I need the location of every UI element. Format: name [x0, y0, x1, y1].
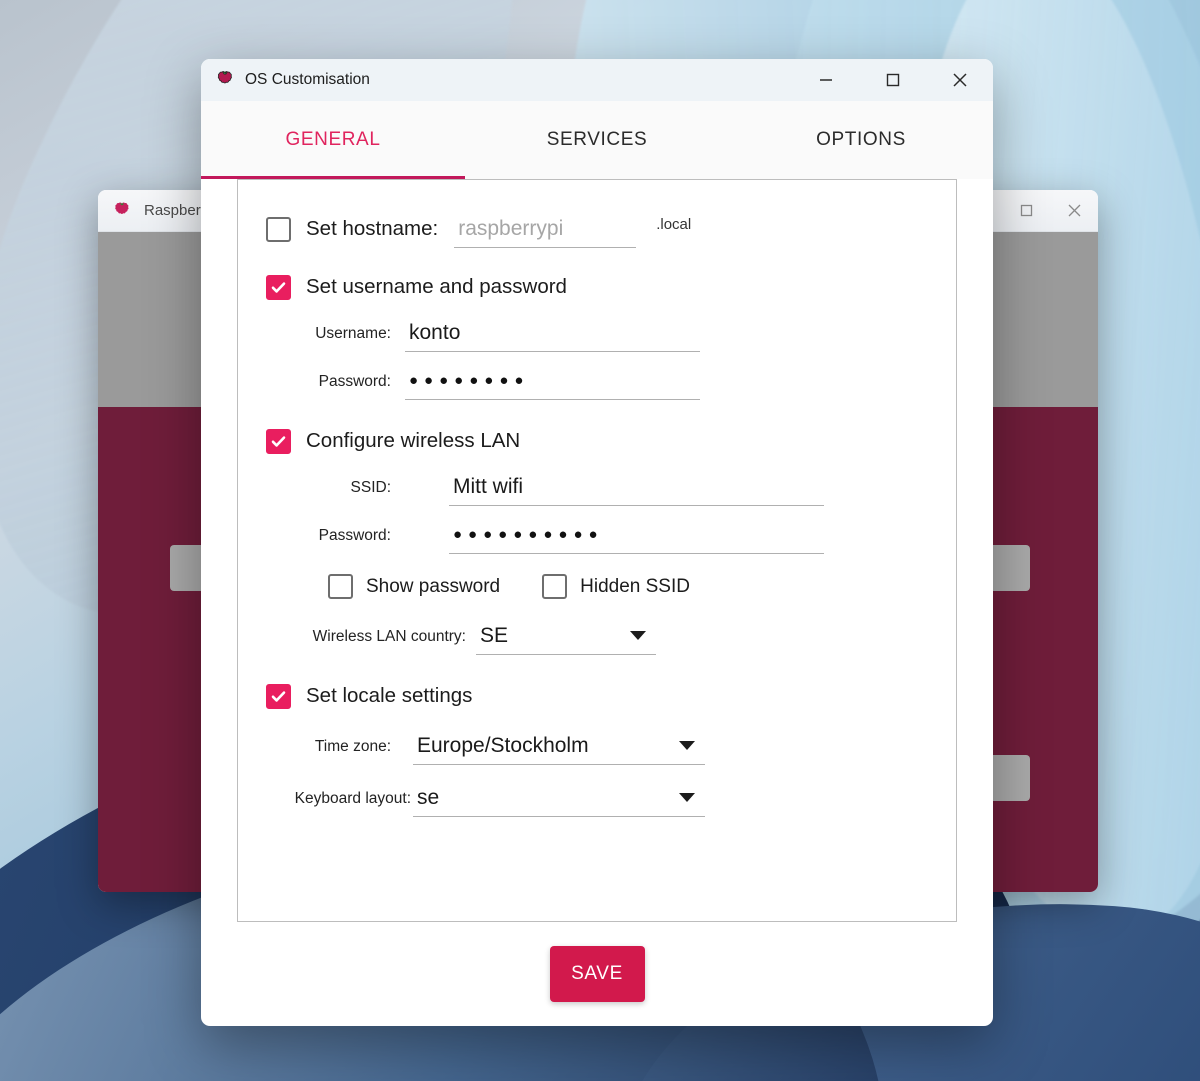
- set-username-password-row[interactable]: Set username and password: [266, 264, 928, 310]
- hostname-input[interactable]: raspberrypi: [454, 210, 637, 248]
- raspberry-pi-icon: [217, 71, 232, 84]
- tab-general-label: GENERAL: [285, 129, 381, 150]
- set-locale-settings-checkbox[interactable]: [266, 683, 291, 709]
- keyboard-layout-dropdown[interactable]: se: [413, 779, 705, 817]
- check-icon: [271, 281, 286, 293]
- wifi-password-input[interactable]: ●●●●●●●●●●: [449, 516, 824, 554]
- timezone-row: Time zone: Europe/Stockholm: [266, 727, 928, 765]
- tab-general[interactable]: GENERAL: [201, 101, 465, 179]
- wifi-password-masked-value: ●●●●●●●●●●: [453, 526, 604, 543]
- general-settings-panel: Set hostname: raspberrypi .local Set use…: [237, 179, 957, 922]
- keyboard-layout-value: se: [417, 785, 440, 809]
- maximize-button[interactable]: [859, 59, 926, 101]
- wifi-options-row: Show password Hidden SSID: [266, 574, 928, 599]
- keyboard-layout-label: Keyboard layout:: [294, 790, 411, 807]
- background-close-button[interactable]: [1050, 190, 1098, 231]
- background-window-title: Raspberr: [144, 202, 206, 219]
- user-password-row: Password: ●●●●●●●●: [266, 362, 928, 400]
- set-username-password-checkbox[interactable]: [266, 274, 291, 300]
- ssid-label: SSID:: [350, 479, 391, 496]
- hidden-ssid-label: Hidden SSID: [580, 575, 690, 597]
- configure-wireless-lan-label: Configure wireless LAN: [306, 429, 521, 452]
- configure-wireless-lan-checkbox[interactable]: [266, 428, 291, 454]
- show-password-label: Show password: [366, 575, 501, 597]
- dialog-window-controls[interactable]: [792, 59, 993, 101]
- user-password-input[interactable]: ●●●●●●●●: [405, 362, 700, 400]
- dialog-title: OS Customisation: [245, 71, 370, 88]
- chevron-down-icon: [679, 793, 695, 802]
- timezone-label: Time zone:: [314, 738, 391, 755]
- check-icon: [271, 690, 286, 702]
- background-maximize-button[interactable]: [1002, 190, 1050, 231]
- set-locale-settings-row[interactable]: Set locale settings: [266, 673, 928, 719]
- set-hostname-label: Set hostname:: [306, 217, 439, 240]
- tab-options-label: OPTIONS: [816, 129, 906, 150]
- ssid-input[interactable]: Mitt wifi: [449, 468, 824, 506]
- wireless-country-row: Wireless LAN country: SE: [266, 617, 928, 655]
- dialog-footer: SAVE: [201, 922, 993, 1026]
- show-password-option[interactable]: Show password: [328, 574, 500, 599]
- hostname-input-placeholder: raspberrypi: [458, 216, 564, 240]
- hidden-ssid-checkbox[interactable]: [542, 574, 568, 599]
- raspberry-pi-icon: [115, 202, 129, 214]
- username-row: Username: konto: [266, 314, 928, 352]
- tab-services[interactable]: SERVICES: [465, 101, 729, 179]
- tab-services-label: SERVICES: [546, 129, 648, 150]
- set-username-password-label: Set username and password: [306, 275, 567, 298]
- user-password-label: Password:: [318, 373, 391, 390]
- maximize-icon: [886, 73, 899, 87]
- wifi-password-row: Password: ●●●●●●●●●●: [266, 516, 928, 554]
- save-button[interactable]: SAVE: [549, 946, 645, 1002]
- chevron-down-icon: [630, 631, 646, 640]
- hidden-ssid-option[interactable]: Hidden SSID: [542, 574, 690, 599]
- timezone-value: Europe/Stockholm: [417, 733, 589, 757]
- timezone-dropdown[interactable]: Europe/Stockholm: [413, 727, 705, 765]
- username-input-value: konto: [409, 320, 461, 344]
- minimize-button[interactable]: [792, 59, 859, 101]
- username-label: Username:: [315, 325, 391, 342]
- wireless-country-value: SE: [480, 623, 509, 647]
- ssid-row: SSID: Mitt wifi: [266, 468, 928, 506]
- ssid-input-value: Mitt wifi: [453, 474, 523, 498]
- set-hostname-row[interactable]: Set hostname: raspberrypi .local: [266, 206, 928, 252]
- wireless-country-label: Wireless LAN country:: [312, 628, 466, 645]
- desktop-background: Raspberr Ra R: [0, 0, 1200, 1081]
- close-button[interactable]: [926, 59, 993, 101]
- wifi-password-label: Password:: [318, 527, 391, 544]
- os-customisation-dialog[interactable]: OS Customisation GENERAL SERVICES OPTION…: [201, 59, 993, 1026]
- show-password-checkbox[interactable]: [328, 574, 353, 599]
- close-icon: [952, 73, 967, 87]
- username-input[interactable]: konto: [405, 314, 700, 352]
- set-hostname-checkbox[interactable]: [266, 216, 291, 242]
- keyboard-layout-row: Keyboard layout: se: [266, 779, 928, 817]
- hostname-suffix: .local: [656, 216, 692, 233]
- configure-wireless-lan-row[interactable]: Configure wireless LAN: [266, 418, 928, 464]
- dialog-tabbar[interactable]: GENERAL SERVICES OPTIONS: [201, 101, 993, 179]
- chevron-down-icon: [679, 741, 695, 750]
- wireless-country-dropdown[interactable]: SE: [476, 617, 656, 655]
- user-password-masked-value: ●●●●●●●●: [409, 372, 530, 389]
- dialog-titlebar[interactable]: OS Customisation: [201, 59, 993, 101]
- dialog-panel-wrapper: Set hostname: raspberrypi .local Set use…: [201, 179, 993, 922]
- minimize-icon: [819, 79, 832, 81]
- set-locale-settings-label: Set locale settings: [306, 684, 473, 707]
- check-icon: [271, 435, 286, 447]
- tab-options[interactable]: OPTIONS: [729, 101, 993, 179]
